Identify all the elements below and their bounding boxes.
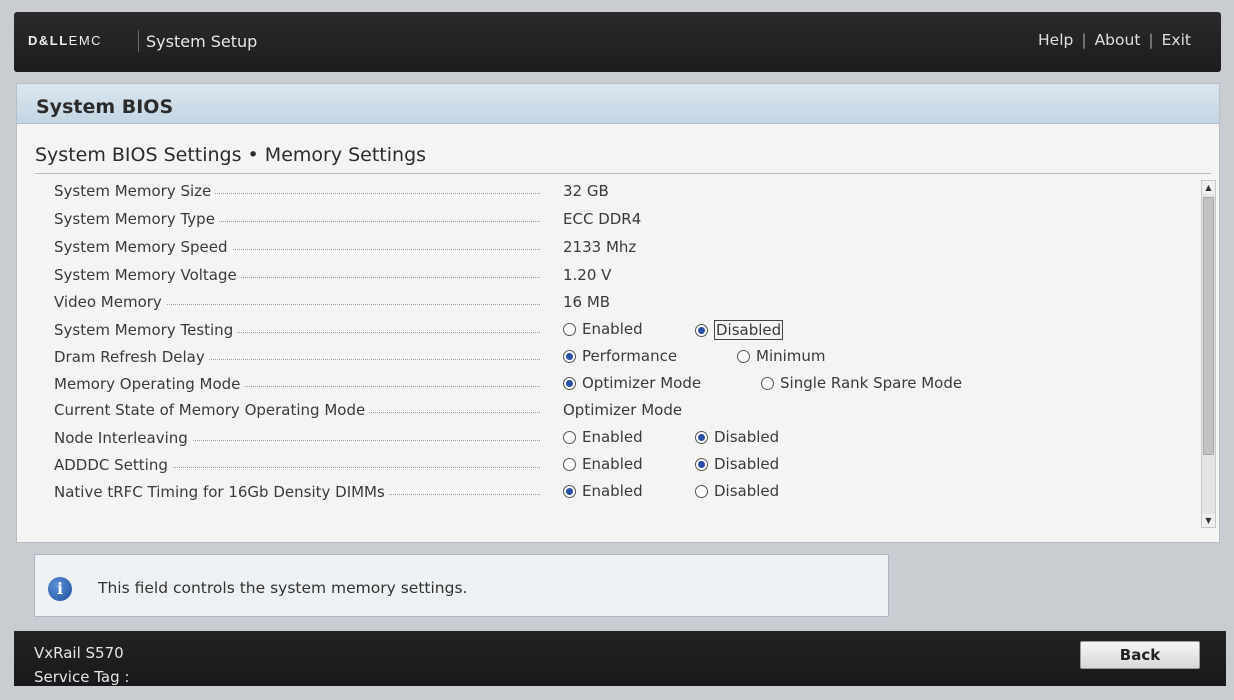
radio-option[interactable]: Enabled	[563, 455, 643, 473]
back-button[interactable]: Back	[1080, 641, 1200, 669]
radio-option[interactable]: Disabled	[695, 455, 779, 473]
setting-row[interactable]: Memory Operating Mode Optimizer Mode Singl…	[17, 372, 1197, 396]
setting-row: Current State of Memory Operating Mode Op…	[17, 398, 1197, 422]
radio-unselected-icon[interactable]	[695, 484, 708, 498]
logo-divider	[138, 30, 139, 52]
radio-option[interactable]: Single Rank Spare Mode	[761, 374, 962, 392]
divider	[35, 173, 1211, 174]
radio-option[interactable]: Enabled	[563, 320, 643, 338]
radio-selected-icon[interactable]	[695, 457, 708, 471]
page-breadcrumb: System BIOS Settings • Memory Settings	[35, 144, 427, 166]
about-link[interactable]: About	[1095, 31, 1141, 49]
setting-row[interactable]: Node Interleaving Enabled Disabled	[17, 426, 1197, 450]
top-links: Help | About | Exit	[1038, 31, 1191, 49]
service-tag: Service Tag :	[34, 668, 130, 686]
setting-label: Dram Refresh Delay	[54, 348, 540, 366]
setting-label: System Memory Size	[54, 182, 540, 200]
radio-unselected-icon[interactable]	[761, 376, 774, 390]
radio-option[interactable]: Disabled	[695, 428, 779, 446]
exit-link[interactable]: Exit	[1162, 31, 1191, 49]
radio-option[interactable]: Enabled	[563, 482, 643, 500]
scrollbar[interactable]: ▲ ▼	[1201, 180, 1216, 528]
setting-row: Video Memory 16 MB	[17, 290, 1197, 314]
radio-unselected-icon[interactable]	[563, 457, 576, 471]
radio-label: Disabled	[714, 428, 780, 446]
radio-label: Disabled	[714, 482, 780, 500]
help-box: i This field controls the system memory …	[34, 554, 889, 617]
radio-unselected-icon[interactable]	[737, 349, 750, 363]
setting-row[interactable]: ADDDC Setting Enabled Disabled	[17, 453, 1197, 477]
radio-option[interactable]: Disabled	[695, 320, 784, 340]
setting-value: Optimizer Mode	[563, 401, 683, 419]
setting-row: System Memory Type ECC DDR4	[17, 207, 1197, 231]
radio-label: Optimizer Mode	[582, 374, 702, 392]
setting-row[interactable]: Native tRFC Timing for 16Gb Density DIMM…	[17, 480, 1197, 504]
radio-unselected-icon[interactable]	[563, 322, 576, 336]
setting-label: Video Memory	[54, 293, 540, 311]
help-link[interactable]: Help	[1038, 31, 1073, 49]
setting-label: Node Interleaving	[54, 429, 540, 447]
setting-value: 1.20 V	[563, 266, 612, 284]
setting-label: Current State of Memory Operating Mode	[54, 401, 540, 419]
scroll-up-button[interactable]: ▲	[1202, 181, 1215, 194]
setting-row: System Memory Speed 2133 Mhz	[17, 235, 1197, 259]
app-title: System Setup	[146, 32, 258, 51]
radio-selected-icon[interactable]	[563, 376, 576, 390]
info-icon: i	[48, 577, 72, 601]
setting-value: 2133 Mhz	[563, 238, 637, 256]
panel-header	[17, 84, 1219, 124]
radio-label: Disabled	[714, 455, 780, 473]
setting-label: ADDDC Setting	[54, 456, 540, 474]
setting-value: ECC DDR4	[563, 210, 642, 228]
setting-label: System Memory Type	[54, 210, 540, 228]
radio-label: Enabled	[582, 428, 643, 446]
setting-value: 32 GB	[563, 182, 609, 200]
scroll-thumb[interactable]	[1203, 197, 1214, 455]
radio-label: Enabled	[582, 482, 643, 500]
setting-row: System Memory Voltage 1.20 V	[17, 263, 1197, 287]
radio-label: Performance	[582, 347, 678, 365]
panel-title: System BIOS	[36, 96, 174, 118]
help-text: This field controls the system memory se…	[98, 579, 468, 597]
radio-label: Disabled	[714, 320, 784, 340]
scroll-down-button[interactable]: ▼	[1202, 514, 1215, 527]
setting-label: Memory Operating Mode	[54, 375, 540, 393]
link-separator: |	[1081, 31, 1087, 49]
radio-label: Minimum	[756, 347, 826, 365]
radio-selected-icon[interactable]	[563, 484, 576, 498]
radio-label: Enabled	[582, 455, 643, 473]
radio-option[interactable]: Disabled	[695, 482, 779, 500]
radio-option[interactable]: Minimum	[737, 347, 826, 365]
radio-selected-icon[interactable]	[563, 349, 576, 363]
link-separator: |	[1148, 31, 1154, 49]
radio-option[interactable]: Performance	[563, 347, 677, 365]
setting-label: System Memory Voltage	[54, 266, 540, 284]
settings-panel: System BIOS System BIOS Settings • Memor…	[16, 83, 1220, 543]
setting-row: System Memory Size 32 GB	[17, 179, 1197, 203]
footer-bar: VxRail S570 Service Tag : Back	[14, 631, 1226, 686]
radio-option[interactable]: Optimizer Mode	[563, 374, 701, 392]
radio-label: Single Rank Spare Mode	[780, 374, 963, 392]
top-bar: D&LLEMC System Setup Help | About | Exit	[14, 12, 1221, 72]
radio-unselected-icon[interactable]	[563, 430, 576, 444]
system-model: VxRail S570	[34, 644, 124, 662]
radio-selected-icon[interactable]	[695, 430, 708, 444]
radio-label: Enabled	[582, 320, 643, 338]
setting-row[interactable]: Dram Refresh Delay Performance Minimum	[17, 345, 1197, 369]
radio-selected-icon[interactable]	[695, 323, 708, 337]
radio-option[interactable]: Enabled	[563, 428, 643, 446]
dellemc-logo: D&LLEMC	[28, 33, 103, 48]
setting-row[interactable]: System Memory Testing Enabled Disabled	[17, 318, 1197, 342]
setting-label: Native tRFC Timing for 16Gb Density DIMM…	[54, 483, 540, 501]
setting-label: System Memory Testing	[54, 321, 540, 339]
setting-value: 16 MB	[563, 293, 611, 311]
setting-label: System Memory Speed	[54, 238, 540, 256]
